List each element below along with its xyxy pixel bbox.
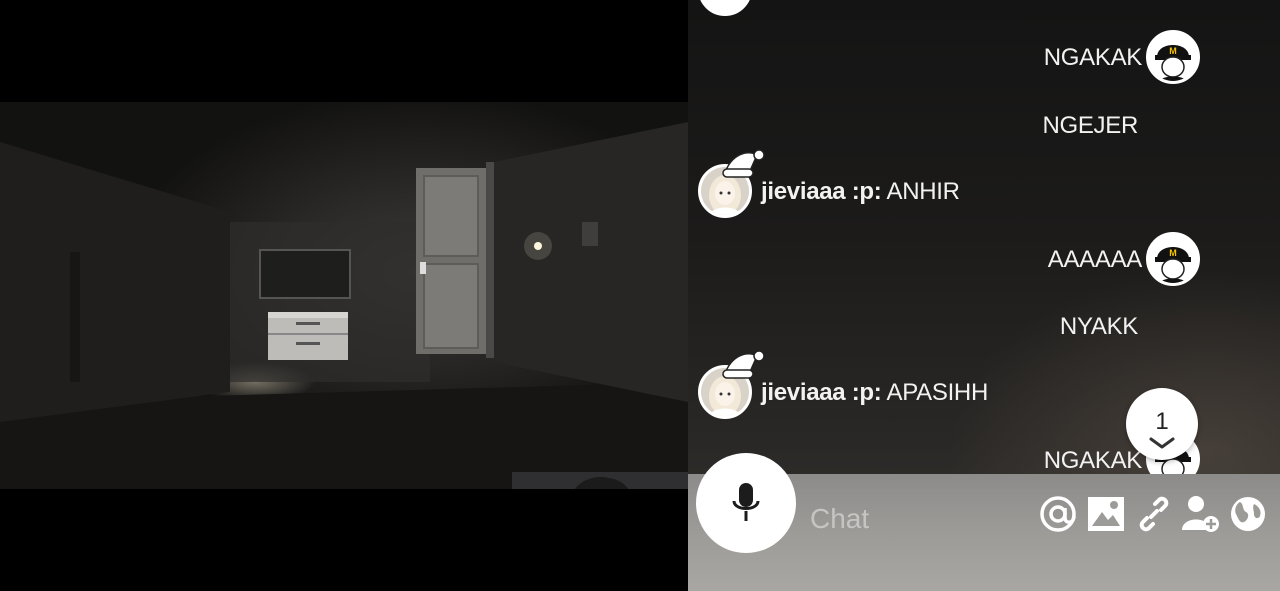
chat-message: NGEJER	[1042, 112, 1138, 139]
chat-message-text: ANHIR	[886, 178, 960, 205]
avatar[interactable]	[698, 149, 765, 218]
image-icon[interactable]	[1086, 494, 1126, 534]
user-avatar-icon: M	[1149, 33, 1197, 81]
new-messages-button[interactable]: 1	[1126, 388, 1198, 460]
at-icon[interactable]	[1038, 494, 1078, 534]
avatar[interactable]: M	[1146, 232, 1200, 286]
globe-icon[interactable]	[1228, 494, 1268, 534]
avatar[interactable]: M	[1146, 30, 1200, 84]
chat-message: jieviaaa :p: ANHIR	[761, 178, 960, 206]
chat-message-text: APASIHH	[886, 379, 989, 406]
chat-message: NGAKAK	[1043, 447, 1143, 474]
webcam-overlay	[512, 472, 688, 489]
microphone-button[interactable]	[696, 453, 796, 553]
chat-username[interactable]: jieviaaa :p:	[761, 379, 882, 406]
unread-count: 1	[1155, 408, 1169, 435]
svg-text:M: M	[1169, 248, 1177, 258]
chat-username[interactable]: jieviaaa :p:	[761, 178, 882, 205]
chat-input-bar	[688, 453, 1280, 591]
video-stream[interactable]	[0, 0, 688, 591]
santa-hat-icon	[722, 350, 765, 379]
add-user-icon[interactable]	[1180, 494, 1220, 534]
santa-hat-icon	[722, 149, 765, 178]
avatar[interactable]	[698, 350, 765, 419]
room-scene	[0, 122, 688, 489]
chat-message: NGAKAK	[1043, 44, 1143, 71]
chat-message: NYAKK	[1059, 313, 1138, 340]
chat-message: AAAAAA	[1047, 246, 1143, 273]
chevron-down-icon	[1149, 437, 1175, 449]
chat-panel[interactable]: NGAKAK M NGEJER jieviaaa :p: ANHIR AAAAA…	[688, 0, 1280, 591]
chat-input[interactable]	[808, 498, 1032, 540]
game-footage	[0, 102, 688, 489]
svg-text:M: M	[1169, 46, 1177, 56]
link-icon[interactable]	[1134, 494, 1174, 534]
user-avatar-icon: M	[1149, 235, 1197, 283]
avatar[interactable]	[698, 0, 752, 16]
streamer-face	[512, 472, 688, 489]
chat-message: jieviaaa :p: APASIHH	[761, 379, 988, 407]
microphone-icon	[732, 483, 760, 521]
